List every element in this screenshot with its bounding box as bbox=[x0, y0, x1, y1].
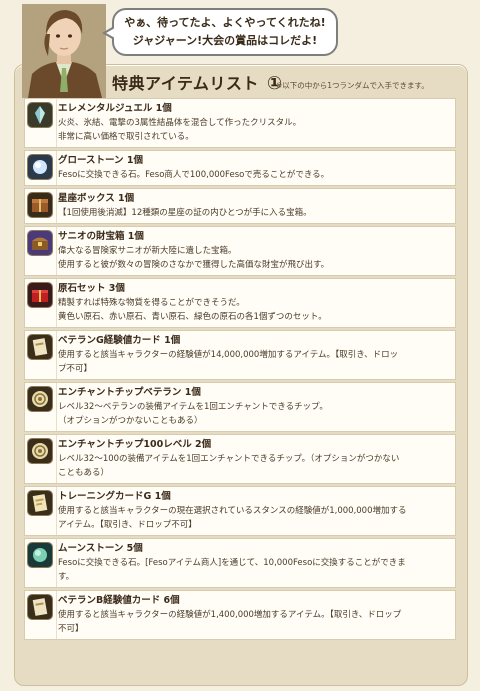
enchant-chip-icon bbox=[28, 439, 52, 463]
list-item: ベテランB経験値カード 6個 使用すると該当キャラクターの経験値が1,400,0… bbox=[24, 590, 456, 640]
character-portrait bbox=[22, 4, 106, 98]
item-name: エンチャントチップ100レベル 2個 bbox=[58, 439, 212, 450]
item-desc: 黄色い原石、赤い原石、青い原石、緑色の原石の各1個ずつのセット。 bbox=[58, 312, 327, 322]
item-name: サニオの財宝箱 1個 bbox=[58, 231, 144, 242]
item-name: 星座ボックス 1個 bbox=[58, 193, 135, 204]
list-item: 星座ボックス 1個 【1回使用後消滅】12種類の星座の証の内ひとつが手に入る宝箱… bbox=[24, 188, 456, 224]
list-item: ベテランG経験値カード 1個 使用すると該当キャラクターの経験値が14,000,… bbox=[24, 330, 456, 380]
list-item: エレメンタルジュエル 1個 火炎、氷結、電撃の3属性結晶体を混合して作ったクリス… bbox=[24, 98, 456, 148]
item-desc: 使用すると該当キャラクターの経験値が14,000,000増加するアイテム。【取引… bbox=[58, 350, 399, 360]
item-name: トレーニングカードG 1個 bbox=[58, 491, 171, 502]
item-name: ムーンストーン 5個 bbox=[58, 543, 143, 554]
item-desc: 使用すると彼が数々の冒険のさなかで獲得した高価な財宝が飛び出す。 bbox=[58, 260, 330, 270]
item-desc: 火炎、氷結、電撃の3属性結晶体を混合して作ったクリスタル。 bbox=[58, 118, 302, 128]
random-note: ※以下の中から1つランダムで入手できます。 bbox=[276, 81, 429, 90]
item-desc: レベル32～ベテランの装備アイテムを1回エンチャントできるチップ。 bbox=[58, 402, 328, 412]
item-desc: 【1回使用後消滅】12種類の星座の証の内ひとつが手に入る宝箱。 bbox=[58, 208, 312, 218]
item-name: ベテランB経験値カード 6個 bbox=[58, 595, 180, 606]
item-desc: 使用すると該当キャラクターの経験値が1,400,000増加するアイテム。【取引き… bbox=[58, 610, 402, 620]
item-desc: レベル32～100の装備アイテムを1回エンチャントできるチップ。（オプションがつ… bbox=[58, 454, 400, 464]
item-desc: 不可】 bbox=[58, 624, 84, 634]
treasure-chest-icon bbox=[28, 231, 52, 255]
speech-bubble: やぁ、待ってたよ、よくやってくれたね! ジャジャーン!大会の賞品はコレだよ! bbox=[102, 8, 338, 56]
gem-set-icon bbox=[28, 283, 52, 307]
crystal-icon bbox=[28, 103, 52, 127]
moon-stone-icon bbox=[28, 543, 52, 567]
item-desc: （オプションがつかないこともある） bbox=[58, 416, 203, 426]
item-desc: こともある） bbox=[58, 468, 110, 478]
title-text: 特典アイテムリスト bbox=[112, 74, 259, 93]
training-card-icon bbox=[28, 491, 52, 515]
item-desc: プ不可】 bbox=[58, 364, 93, 374]
list-item: ムーンストーン 5個 Fesoに交換できる石。[Fesoアイテム商人]を通じて、… bbox=[24, 538, 456, 588]
page-title: 特典アイテムリスト ① bbox=[112, 70, 283, 94]
exp-card-icon bbox=[28, 595, 52, 619]
speech-line: やぁ、待ってたよ、よくやってくれたね! bbox=[124, 16, 326, 29]
item-name: エレメンタルジュエル 1個 bbox=[58, 103, 172, 114]
list-item: エンチャントチップ100レベル 2個 レベル32～100の装備アイテムを1回エン… bbox=[24, 434, 456, 484]
star-box-icon bbox=[28, 193, 52, 217]
item-name: エンチャントチップベテラン 1個 bbox=[58, 387, 201, 398]
item-desc: Fesoに交換できる石。[Fesoアイテム商人]を通じて、10,000Fesoに… bbox=[58, 558, 406, 568]
exp-card-icon bbox=[28, 335, 52, 359]
item-desc: 精製すれば特殊な物質を得ることができそうだ。 bbox=[58, 298, 245, 308]
item-desc: Fesoに交換できる石。Feso商人で100,000Fesoで売ることができる。 bbox=[58, 170, 330, 180]
item-desc: 非常に高い価格で取引されている。 bbox=[58, 132, 194, 142]
item-list: エレメンタルジュエル 1個 火炎、氷結、電撃の3属性結晶体を混合して作ったクリス… bbox=[24, 98, 456, 642]
item-name: 原石セット 3個 bbox=[58, 283, 125, 294]
enchant-chip-icon bbox=[28, 387, 52, 411]
list-item: グローストーン 1個 Fesoに交換できる石。Feso商人で100,000Fes… bbox=[24, 150, 456, 186]
list-item: 原石セット 3個 精製すれば特殊な物質を得ることができそうだ。 黄色い原石、赤い… bbox=[24, 278, 456, 328]
item-desc: 偉大なる冒険家サニオが新大陸に遺した宝箱。 bbox=[58, 246, 237, 256]
item-desc: す。 bbox=[58, 572, 75, 582]
speech-line: ジャジャーン!大会の賞品はコレだよ! bbox=[132, 34, 318, 47]
list-item: エンチャントチップベテラン 1個 レベル32～ベテランの装備アイテムを1回エンチ… bbox=[24, 382, 456, 432]
item-name: グローストーン 1個 bbox=[58, 155, 143, 166]
item-desc: 使用すると該当キャラクターの現在選択されているスタンスの経験値が1,000,00… bbox=[58, 506, 407, 516]
item-desc: アイテム。【取引き、ドロップ不可】 bbox=[58, 520, 197, 530]
list-item: トレーニングカードG 1個 使用すると該当キャラクターの現在選択されているスタン… bbox=[24, 486, 456, 536]
list-item: サニオの財宝箱 1個 偉大なる冒険家サニオが新大陸に遺した宝箱。 使用すると彼が… bbox=[24, 226, 456, 276]
glow-stone-icon bbox=[28, 155, 52, 179]
item-name: ベテランG経験値カード 1個 bbox=[58, 335, 181, 346]
